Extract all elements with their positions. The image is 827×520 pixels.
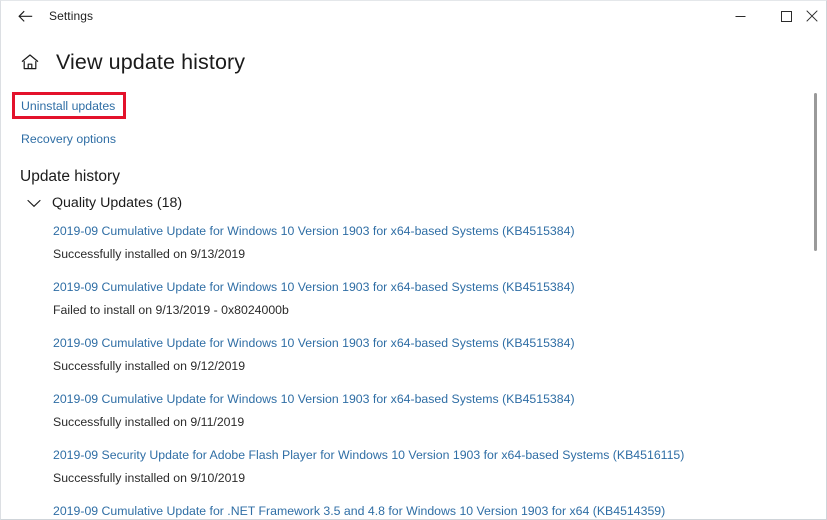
back-button[interactable] (5, 1, 45, 32)
update-status-text: Failed to install on 9/13/2019 - 0x80240… (53, 303, 289, 317)
update-list-item: 2019-09 Cumulative Update for .NET Frame… (53, 504, 813, 519)
update-list-item: 2019-09 Cumulative Update for Windows 10… (53, 336, 813, 392)
update-status-text: Successfully installed on 9/12/2019 (53, 359, 246, 373)
uninstall-updates-link[interactable]: Uninstall updates (21, 99, 115, 113)
settings-window: Settings View update history Uninstall u… (0, 0, 827, 520)
update-list-item: 2019-09 Cumulative Update for Windows 10… (53, 280, 813, 336)
minimize-icon (735, 11, 746, 22)
update-status-text: Successfully installed on 9/11/2019 (53, 415, 245, 429)
update-title-link[interactable]: 2019-09 Cumulative Update for Windows 10… (53, 280, 813, 295)
maximize-icon (781, 10, 792, 22)
quality-updates-group-toggle[interactable]: Quality Updates (18) (25, 195, 182, 211)
update-status-text: Successfully installed on 9/13/2019 (53, 247, 246, 261)
page-header: View update history (1, 45, 245, 79)
update-history-list: 2019-09 Cumulative Update for Windows 10… (53, 224, 813, 519)
page-title: View update history (56, 49, 246, 74)
close-button[interactable] (796, 1, 826, 31)
chevron-down-icon (25, 195, 43, 211)
app-title: Settings (49, 9, 94, 23)
update-history-heading: Update history (20, 168, 120, 185)
update-title-link[interactable]: 2019-09 Cumulative Update for .NET Frame… (53, 504, 813, 519)
update-status-text: Successfully installed on 9/10/2019 (53, 471, 246, 485)
back-arrow-icon (17, 10, 33, 23)
recovery-options-link[interactable]: Recovery options (21, 132, 116, 146)
update-title-link[interactable]: 2019-09 Security Update for Adobe Flash … (53, 448, 813, 463)
update-list-item: 2019-09 Cumulative Update for Windows 10… (53, 224, 813, 280)
update-title-link[interactable]: 2019-09 Cumulative Update for Windows 10… (53, 336, 813, 351)
scrollbar-thumb[interactable] (814, 93, 817, 251)
update-title-link[interactable]: 2019-09 Cumulative Update for Windows 10… (53, 392, 813, 407)
minimize-button[interactable] (718, 1, 763, 31)
quality-updates-label: Quality Updates (18) (52, 195, 183, 211)
update-list-item: 2019-09 Cumulative Update for Windows 10… (53, 392, 813, 448)
title-bar: Settings (1, 1, 826, 32)
home-icon[interactable] (19, 51, 41, 73)
update-title-link[interactable]: 2019-09 Cumulative Update for Windows 10… (53, 224, 813, 239)
close-icon (806, 10, 818, 22)
update-list-item: 2019-09 Security Update for Adobe Flash … (53, 448, 813, 504)
